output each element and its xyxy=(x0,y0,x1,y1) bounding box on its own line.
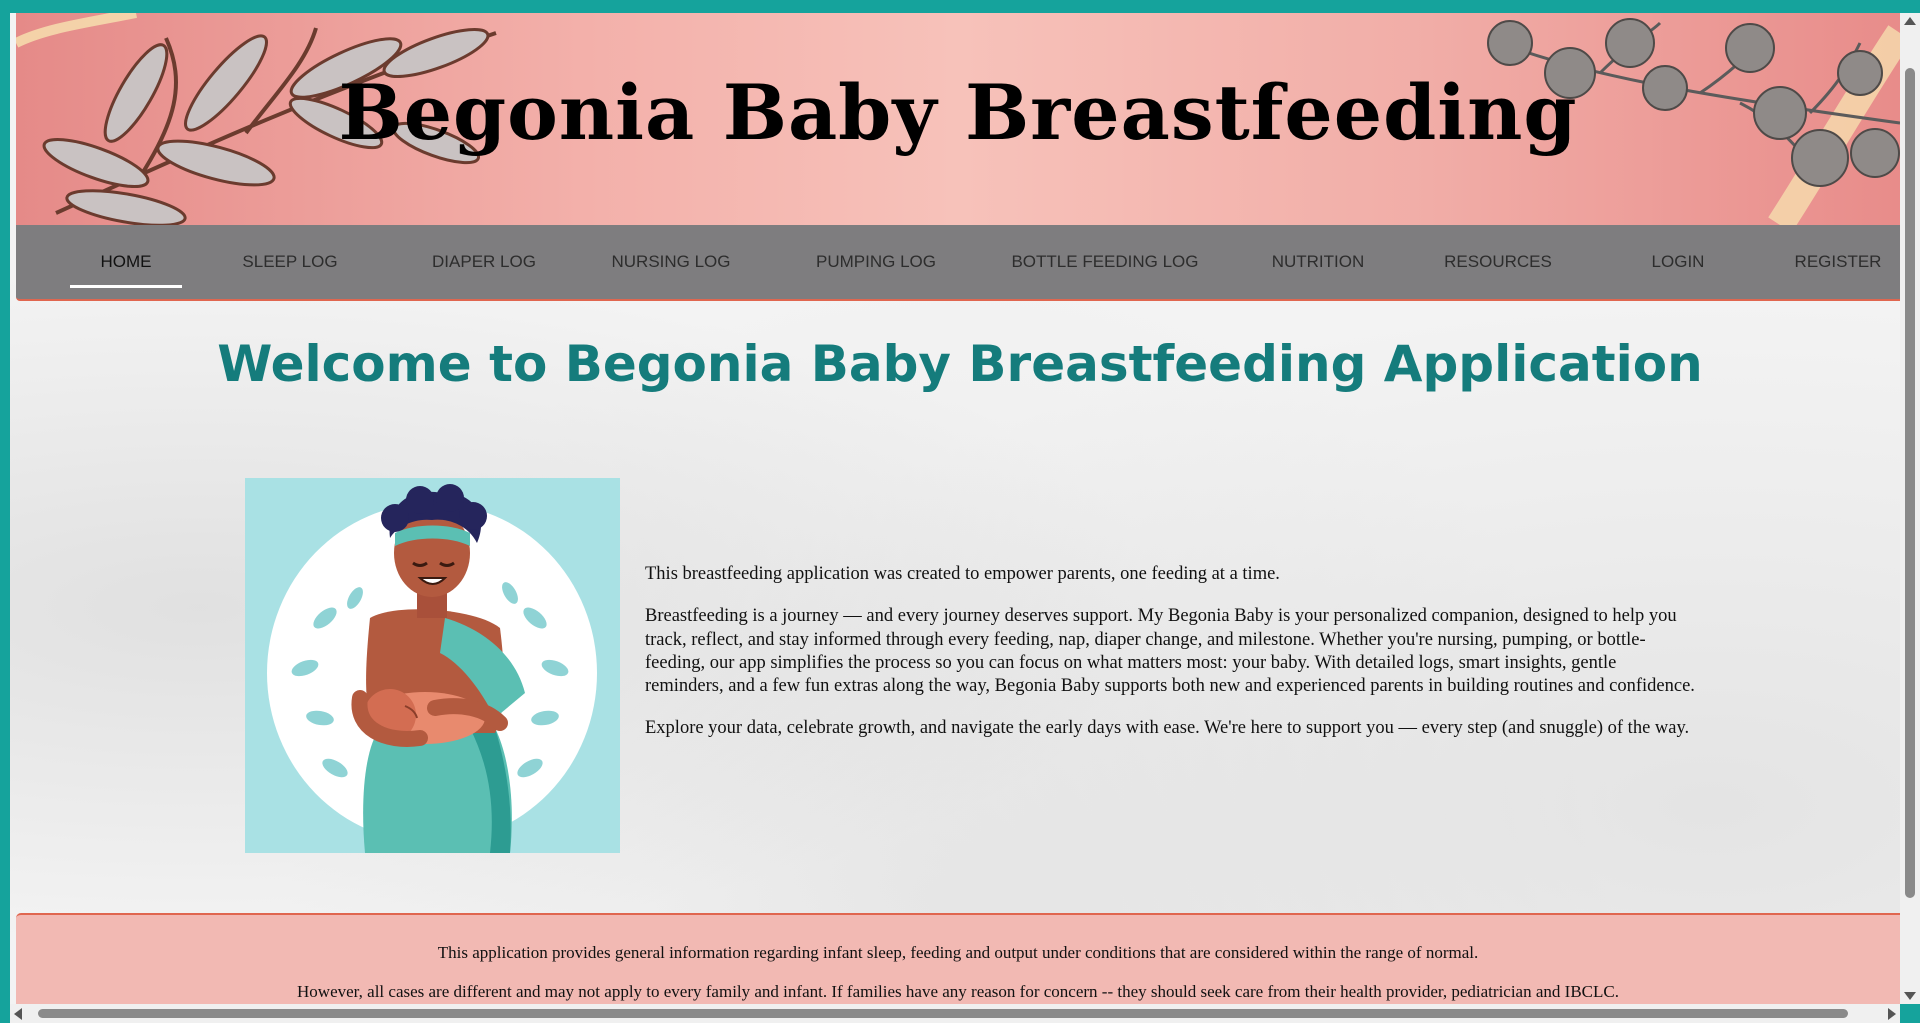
nav-item-sleep-log[interactable]: SLEEP LOG xyxy=(230,225,350,299)
intro-text: This breastfeeding application was creat… xyxy=(645,563,1695,760)
intro-paragraph-3: Explore your data, celebrate growth, and… xyxy=(645,718,1690,739)
active-tab-indicator xyxy=(70,285,182,288)
breastfeeding-mother-illustration xyxy=(245,478,620,853)
nav-item-nursing-log[interactable]: NURSING LOG xyxy=(591,225,751,299)
intro-paragraph-1: This breastfeeding application was creat… xyxy=(645,564,1280,584)
scroll-left-arrow-icon[interactable] xyxy=(14,1008,22,1020)
intro-paragraph-2: Breastfeeding is a journey — and every j… xyxy=(645,606,1695,697)
welcome-heading: Welcome to Begonia Baby Breastfeeding Ap… xyxy=(217,335,1703,393)
site-header: Begonia Baby Breastfeeding xyxy=(16,13,1900,225)
horizontal-scrollbar[interactable] xyxy=(10,1004,1900,1023)
browser-frame-top xyxy=(0,0,1920,13)
vertical-scrollbar-thumb[interactable] xyxy=(1905,68,1915,898)
nav-item-login[interactable]: LOGIN xyxy=(1628,225,1728,299)
nav-item-pumping-log[interactable]: PUMPING LOG xyxy=(791,225,961,299)
horizontal-scrollbar-thumb[interactable] xyxy=(38,1009,1848,1018)
nav-item-register[interactable]: REGISTER xyxy=(1778,225,1898,299)
disclaimer-line-2: However, all cases are different and may… xyxy=(297,982,1619,1001)
nav-item-bottle-feeding-log[interactable]: BOTTLE FEEDING LOG xyxy=(995,225,1215,299)
nav-item-resources[interactable]: RESOURCES xyxy=(1428,225,1568,299)
nav-item-nutrition[interactable]: NUTRITION xyxy=(1253,225,1383,299)
scroll-down-arrow-icon[interactable] xyxy=(1904,992,1916,1000)
page-viewport: Begonia Baby Breastfeeding HOME SLEEP LO… xyxy=(10,13,1900,1004)
disclaimer-footer: This application provides general inform… xyxy=(16,913,1900,1004)
nav-item-diaper-log[interactable]: DIAPER LOG xyxy=(409,225,559,299)
scroll-right-arrow-icon[interactable] xyxy=(1888,1008,1896,1020)
disclaimer-line-1: This application provides general inform… xyxy=(437,943,1479,962)
vertical-scrollbar[interactable] xyxy=(1900,13,1920,1004)
scroll-up-arrow-icon[interactable] xyxy=(1904,17,1916,25)
site-title: Begonia Baby Breastfeeding xyxy=(338,68,1578,157)
main-navbar: HOME SLEEP LOG DIAPER LOG NURSING LOG PU… xyxy=(16,225,1900,301)
